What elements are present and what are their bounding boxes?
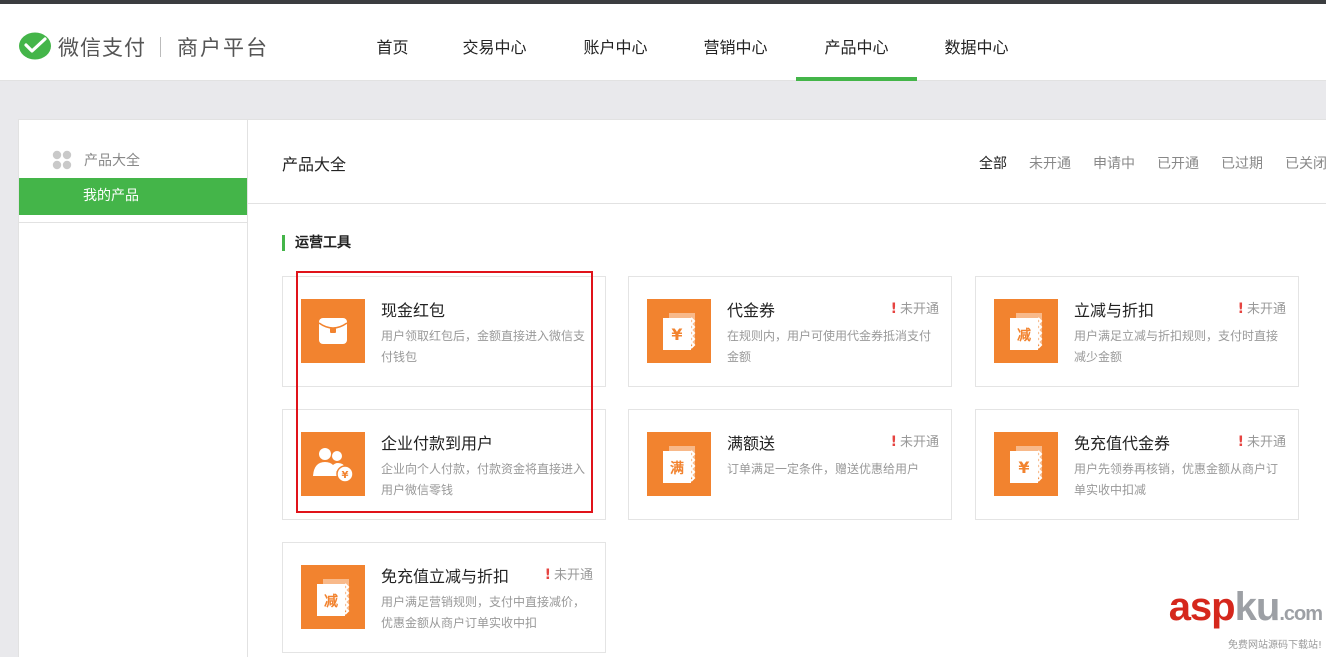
watermark-asp: asp [1168,585,1236,629]
product-desc: 用户满足营销规则，支付中直接减价，优惠金额从商户订单实收中扣 [381,595,586,630]
alert-icon: ! [890,434,897,450]
page-title: 产品大全 [282,155,347,174]
red-envelope-icon [301,299,365,363]
status-badge: ! 未开通 [1238,298,1286,317]
discount-voucher-icon: 减 [994,299,1058,363]
product-name: 满额送 [727,434,776,453]
filter-not-opened[interactable]: 未开通 [1029,153,1071,173]
watermark-com: .com [1279,603,1323,625]
status-text: 未开通 [899,435,939,450]
status-badge: ! 未开通 [1238,431,1286,450]
product-name: 现金红包 [381,301,446,320]
status-badge: ! 未开通 [545,564,593,583]
watermark-tagline: 免费网站源码下载站! [1227,640,1322,651]
product-desc: 用户满足立减与折扣规则，支付时直接减少金额 [1074,329,1279,364]
wechat-pay-logo-icon [19,32,51,60]
voucher-glyph: ¥ [342,470,349,481]
sidebar-heading[interactable]: 产品大全 [52,150,140,170]
watermark-logo: aspku.com [1168,585,1323,634]
full-amount-gift-icon: 满 [647,432,711,496]
sidebar-divider [19,222,247,223]
header: 微信支付 商户平台 首页 交易中心 账户中心 营销中心 产品中心 数据中心 [0,4,1326,81]
product-card-discount[interactable]: 减 立减与折扣 ! 未开通 用户满足立减与折扣规则，支付时直接减少金额 [975,276,1299,387]
product-name: 免充值立减与折扣 [381,567,510,586]
watermark-ku: ku [1234,585,1281,629]
voucher-glyph: ¥ [1018,458,1029,477]
product-card-enterprise-payment[interactable]: ¥ 企业付款到用户 企业向个人付款，付款资金将直接进入用户微信零钱 [282,409,606,520]
product-card-no-recharge-discount[interactable]: 减 免充值立减与折扣 ! 未开通 用户满足营销规则，支付中直接减价，优惠金额从商户… [282,542,606,653]
product-name: 代金券 [727,301,776,320]
product-card-cash-red-packet[interactable]: 现金红包 用户领取红包后，金额直接进入微信支付钱包 [282,276,606,387]
product-desc: 企业向个人付款，付款资金将直接进入用户微信零钱 [381,462,586,497]
product-card-no-recharge-voucher[interactable]: ¥ 免充值代金券 ! 未开通 用户先领券再核销，优惠金额从商户订单实收中扣减 [975,409,1299,520]
alert-icon: ! [1237,434,1244,450]
filter-opened[interactable]: 已开通 [1157,153,1199,173]
voucher-glyph: 满 [670,460,684,477]
discount-voucher-icon: 减 [301,565,365,629]
site-watermark: aspku.com 免费网站源码下载站! [1168,585,1323,651]
status-filters: 全部 未开通 申请中 已开通 已过期 已关闭 [957,153,1326,173]
yuan-voucher-icon: ¥ [994,432,1058,496]
product-desc: 用户先领券再核销，优惠金额从商户订单实收中扣减 [1074,462,1279,497]
brand-name: 微信支付 [58,36,146,60]
nav-products[interactable]: 产品中心 [796,4,917,81]
enterprise-payment-icon: ¥ [301,432,365,496]
yuan-voucher-icon: ¥ [647,299,711,363]
filter-all[interactable]: 全部 [979,153,1007,173]
status-badge: ! 未开通 [891,298,939,317]
product-name: 免充值代金券 [1074,434,1171,453]
content-panel: 产品大全 我的产品 产品大全 全部 未开通 申请中 已开通 已过期 已关闭 运营… [18,119,1326,657]
status-badge: ! 未开通 [891,431,939,450]
status-text: 未开通 [1246,435,1286,450]
alert-icon: ! [544,567,551,583]
status-text: 未开通 [553,568,593,583]
main-header: 产品大全 全部 未开通 申请中 已开通 已过期 已关闭 [248,120,1326,204]
filter-applying[interactable]: 申请中 [1093,153,1135,173]
logo-divider [160,37,161,57]
alert-icon: ! [890,301,897,317]
nav-account[interactable]: 账户中心 [555,4,676,81]
filter-expired[interactable]: 已过期 [1221,153,1263,173]
wechat-pay-logo[interactable]: 微信支付 商户平台 [18,30,269,64]
sidebar-heading-label: 产品大全 [84,153,140,169]
product-name: 企业付款到用户 [381,434,494,453]
product-card-full-amount-gift[interactable]: 满 满额送 ! 未开通 订单满足一定条件，赠送优惠给用户 [628,409,952,520]
status-text: 未开通 [1246,302,1286,317]
filter-closed[interactable]: 已关闭 [1285,153,1326,173]
product-name: 立减与折扣 [1074,301,1155,320]
nav-marketing[interactable]: 营销中心 [675,4,796,81]
alert-icon: ! [1237,301,1244,317]
status-text: 未开通 [899,302,939,317]
grid-dots-icon [52,150,72,170]
voucher-glyph: 减 [324,593,338,610]
product-desc: 用户领取红包后，金额直接进入微信支付钱包 [381,329,586,364]
voucher-glyph: ¥ [671,325,682,344]
nav-data[interactable]: 数据中心 [916,4,1037,81]
voucher-glyph: 减 [1017,327,1031,344]
product-desc: 订单满足一定条件，赠送优惠给用户 [727,462,920,476]
product-desc: 在规则内，用户可使用代金券抵消支付金额 [727,329,932,364]
section-title: 运营工具 [282,235,351,251]
sidebar: 产品大全 我的产品 [19,120,248,657]
platform-name: 商户平台 [177,36,269,60]
product-card-voucher[interactable]: ¥ 代金券 ! 未开通 在规则内，用户可使用代金券抵消支付金额 [628,276,952,387]
sidebar-item-my-products[interactable]: 我的产品 [19,178,247,215]
nav-transactions[interactable]: 交易中心 [434,4,555,81]
